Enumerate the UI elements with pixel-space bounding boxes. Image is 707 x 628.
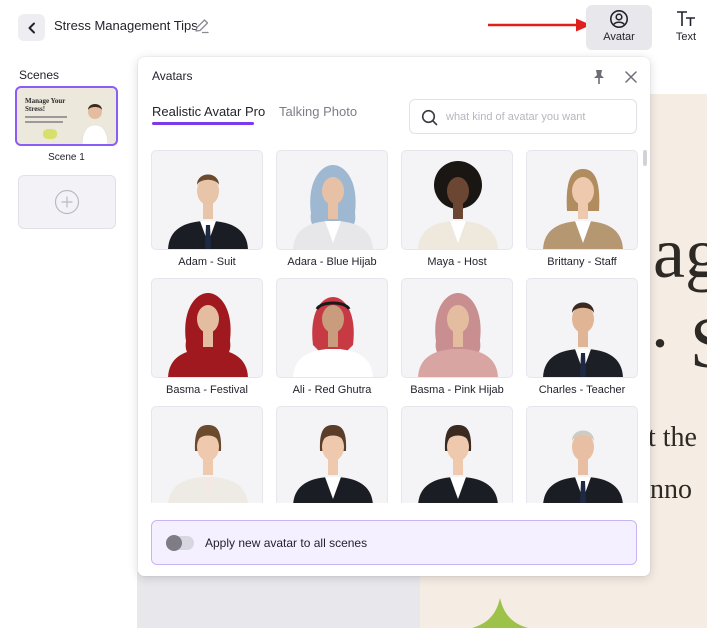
project-title[interactable]: Stress Management Tips [54, 18, 198, 33]
avatar-thumbnail [401, 406, 513, 503]
tab-talking-photo[interactable]: Talking Photo [279, 104, 357, 119]
avatar-thumbnail [151, 150, 263, 250]
annotation-arrow-icon [488, 18, 591, 32]
scenes-title: Scenes [19, 68, 60, 82]
avatar-name: Adam - Suit [178, 256, 236, 268]
canvas-title-fragment: ag [653, 213, 707, 293]
tab-realistic-avatar-pro[interactable]: Realistic Avatar Pro [152, 104, 265, 119]
text-tool-button[interactable]: Text [666, 5, 706, 50]
scene-thumbnail-shape [43, 129, 57, 139]
plus-circle-icon [54, 189, 80, 215]
avatar-tool-button[interactable]: Avatar [586, 5, 652, 50]
search-box [409, 99, 637, 134]
add-scene-button[interactable] [18, 175, 116, 229]
search-input[interactable] [446, 108, 631, 126]
avatar-thumbnail [276, 150, 388, 250]
pin-icon[interactable] [592, 69, 606, 85]
avatar-thumbnail [526, 150, 638, 250]
avatar-tool-label: Avatar [603, 31, 635, 43]
scene-thumbnail-line [25, 116, 67, 118]
avatar-thumbnail [151, 406, 263, 503]
canvas-body-fragment: nno [650, 474, 692, 505]
scene-thumbnail[interactable]: Manage Your Stress! [15, 86, 118, 146]
panel-title: Avatars [152, 69, 193, 83]
apply-all-toggle[interactable] [166, 535, 194, 551]
pencil-icon[interactable] [193, 17, 211, 35]
apply-all-label: Apply new avatar to all scenes [205, 536, 368, 550]
avatar-name: Adara - Blue Hijab [287, 256, 377, 268]
avatar-thumbnail [151, 278, 263, 378]
chevron-left-icon [28, 22, 35, 33]
active-tab-indicator [152, 122, 254, 125]
top-bar: Stress Management Tips Avatar Text [0, 0, 707, 55]
avatar-name: Basma - Pink Hijab [410, 384, 504, 396]
text-tool-label: Text [675, 31, 697, 43]
close-icon[interactable] [623, 69, 639, 85]
avatar-thumbnail [276, 278, 388, 378]
leaf-decoration-icon [472, 598, 528, 628]
avatar-thumbnail [276, 406, 388, 503]
scene-avatar-image [81, 104, 109, 144]
scene-thumbnail-line [25, 121, 63, 123]
avatar-grid: Adam - Suit Adara - Blue Hijab Maya - Ho… [151, 150, 641, 503]
avatar-thumbnail [401, 150, 513, 250]
avatar-name: Brittany - Staff [547, 256, 617, 268]
canvas-area [137, 572, 420, 628]
scene-thumbnail-text: Manage Your Stress! [25, 97, 66, 113]
avatar-name: Charles - Teacher [538, 384, 626, 396]
avatar-panel: Avatars Realistic Avatar Pro Talking Pho… [138, 57, 650, 576]
avatar-thumbnail [526, 406, 638, 503]
back-button[interactable] [18, 14, 45, 41]
avatar-thumbnail [401, 278, 513, 378]
canvas-body-fragment: t the [648, 422, 697, 453]
canvas-title-fragment: · S [648, 303, 707, 383]
search-icon [421, 109, 438, 126]
text-icon [677, 11, 695, 26]
scene-label: Scene 1 [48, 152, 85, 163]
avatar-name: Ali - Red Ghutra [292, 384, 372, 396]
avatar-thumbnail [526, 278, 638, 378]
apply-all-bar: Apply new avatar to all scenes [151, 520, 637, 565]
avatar-name: Basma - Festival [166, 384, 248, 396]
scrollbar[interactable] [643, 150, 647, 166]
toggle-knob [166, 535, 182, 551]
avatar-icon [610, 10, 628, 28]
avatar-name: Maya - Host [427, 256, 487, 268]
